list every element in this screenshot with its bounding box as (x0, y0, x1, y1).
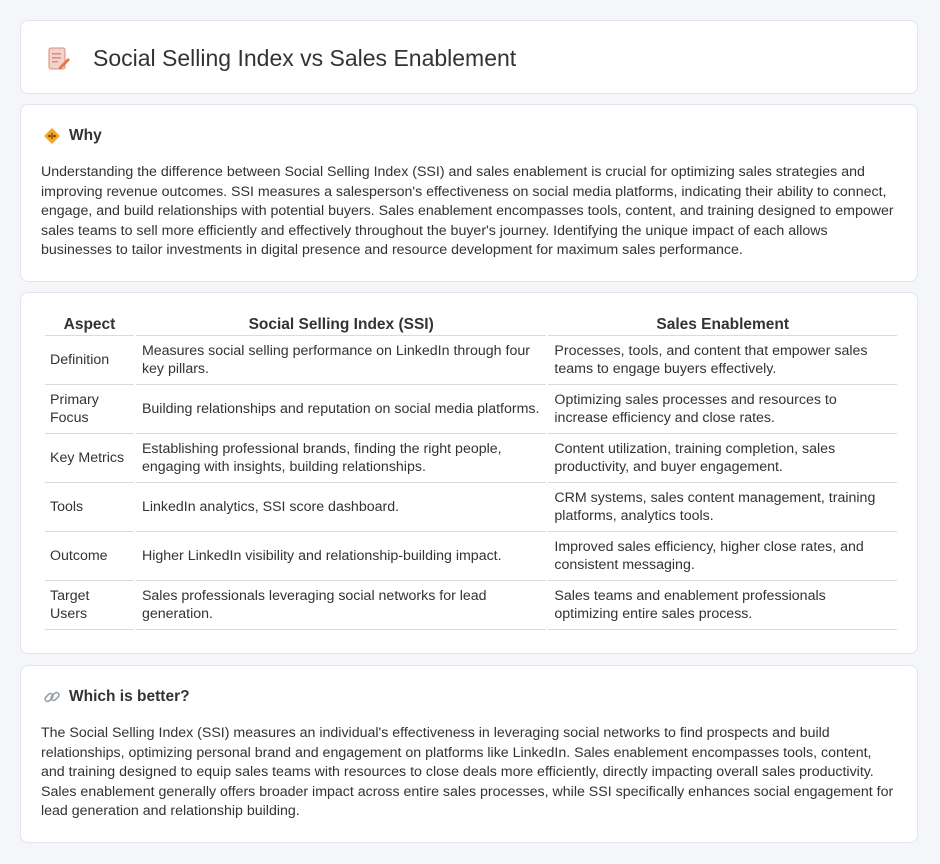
row-aspect: Definition (45, 336, 134, 385)
row-sales-enablement: Improved sales efficiency, higher close … (548, 532, 897, 581)
header-card: Social Selling Index vs Sales Enablement (20, 20, 918, 94)
table-row: Tools LinkedIn analytics, SSI score dash… (45, 483, 897, 532)
row-ssi: Building relationships and reputation on… (135, 385, 547, 434)
row-aspect: Target Users (45, 581, 134, 630)
document-edit-icon (48, 47, 70, 69)
table-header-row: Aspect Social Selling Index (SSI) Sales … (45, 315, 897, 336)
row-sales-enablement: Optimizing sales processes and resources… (548, 385, 897, 434)
table-row: Key Metrics Establishing professional br… (45, 434, 897, 483)
row-sales-enablement: CRM systems, sales content management, t… (548, 483, 897, 532)
row-sales-enablement: Content utilization, training completion… (548, 434, 897, 483)
which-is-better-title: Which is better? (69, 688, 190, 705)
which-is-better-text: The Social Selling Index (SSI) measures … (41, 725, 894, 820)
row-ssi: Establishing professional brands, findin… (135, 434, 547, 483)
comparison-card: Aspect Social Selling Index (SSI) Sales … (20, 292, 918, 654)
row-sales-enablement: Processes, tools, and content that empow… (548, 336, 897, 385)
header-aspect: Aspect (45, 315, 134, 336)
table-row: Definition Measures social selling perfo… (45, 336, 897, 385)
table-row: Primary Focus Building relationships and… (45, 385, 897, 434)
diamond-warning-icon (44, 128, 60, 144)
which-is-better-section: Which is better? The Social Selling Inde… (20, 665, 918, 843)
page-title: Social Selling Index vs Sales Enablement (93, 45, 517, 71)
row-aspect: Primary Focus (45, 385, 134, 434)
row-ssi: Sales professionals leveraging social ne… (135, 581, 547, 630)
why-section: Why Understanding the difference between… (20, 104, 918, 282)
row-ssi: Higher LinkedIn visibility and relations… (135, 532, 547, 581)
row-ssi: Measures social selling performance on L… (135, 336, 547, 385)
row-ssi: LinkedIn analytics, SSI score dashboard. (135, 483, 547, 532)
row-aspect: Key Metrics (45, 434, 134, 483)
comparison-table: Aspect Social Selling Index (SSI) Sales … (43, 315, 899, 630)
row-aspect: Outcome (45, 532, 134, 581)
why-title: Why (69, 127, 102, 144)
header-sales-enablement: Sales Enablement (548, 315, 897, 336)
row-aspect: Tools (45, 483, 134, 532)
row-sales-enablement: Sales teams and enablement professionals… (548, 581, 897, 630)
table-row: Outcome Higher LinkedIn visibility and r… (45, 532, 897, 581)
link-icon (44, 691, 60, 703)
header-ssi: Social Selling Index (SSI) (135, 315, 547, 336)
why-text: Understanding the difference between Soc… (41, 164, 894, 259)
table-row: Target Users Sales professionals leverag… (45, 581, 897, 630)
